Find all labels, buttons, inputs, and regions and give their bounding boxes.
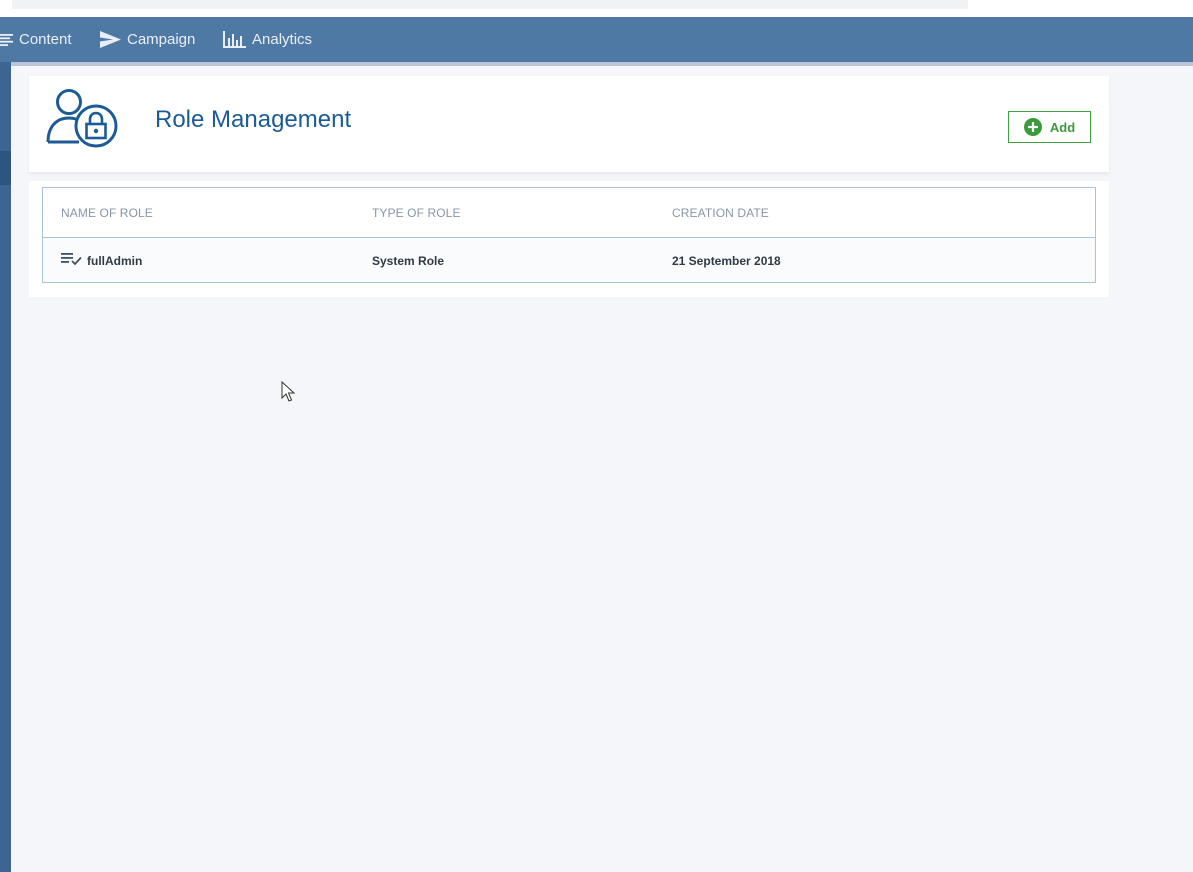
nav-item-label: Content — [19, 31, 72, 48]
top-navbar: Content Campaign Analytics — [0, 17, 1193, 62]
role-creation-date: 21 September 2018 — [672, 254, 781, 268]
paper-plane-icon — [100, 31, 121, 48]
user-lock-icon — [46, 89, 118, 148]
nav-item-label: Analytics — [252, 31, 313, 48]
column-header-type[interactable]: TYPE OF ROLE — [372, 206, 461, 220]
nav-item-label: Campaign — [127, 31, 196, 48]
sidebar-active-item[interactable] — [0, 151, 11, 185]
add-button-label: Add — [1049, 119, 1076, 135]
mouse-cursor-icon — [281, 381, 295, 402]
page-header: Role Management Add — [29, 76, 1109, 172]
page-title: Role Management — [155, 106, 352, 133]
table-row[interactable]: fullAdmin System Role 21 September 2018 — [43, 238, 1095, 282]
lines-icon — [0, 33, 13, 46]
list-check-icon — [61, 253, 82, 266]
role-name[interactable]: fullAdmin — [87, 254, 142, 268]
nav-item-content[interactable]: Content — [0, 17, 72, 62]
nav-item-analytics[interactable]: Analytics — [223, 17, 312, 62]
table-header: NAME OF ROLE TYPE OF ROLE CREATION DATE — [43, 188, 1095, 238]
role-type: System Role — [372, 254, 445, 268]
column-header-name[interactable]: NAME OF ROLE — [61, 206, 153, 220]
roles-table: NAME OF ROLE TYPE OF ROLE CREATION DATE … — [42, 187, 1096, 283]
column-header-date[interactable]: CREATION DATE — [672, 206, 769, 220]
roles-table-card: NAME OF ROLE TYPE OF ROLE CREATION DATE … — [29, 181, 1109, 297]
top-strip — [12, 0, 968, 9]
nav-item-campaign[interactable]: Campaign — [100, 17, 195, 62]
add-role-button[interactable]: Add — [1008, 111, 1091, 143]
plus-circle-icon — [1023, 118, 1042, 136]
bar-chart-icon — [223, 31, 246, 48]
